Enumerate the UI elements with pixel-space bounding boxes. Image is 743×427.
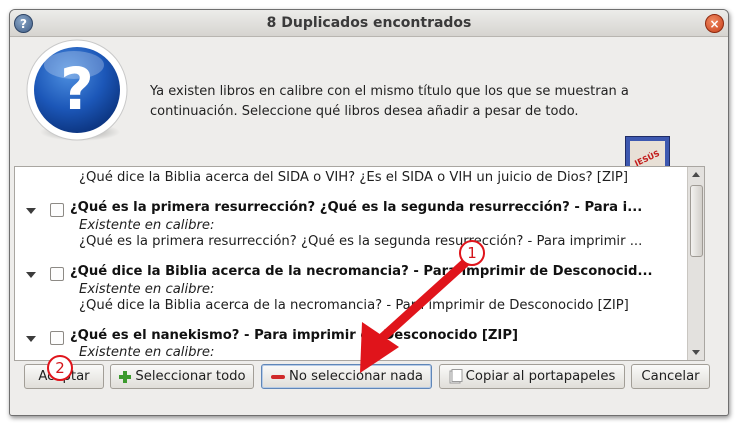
- duplicates-list[interactable]: ¿Qué dice la Biblia acerca del SIDA o VI…: [14, 166, 705, 361]
- existing-label: Existente en calibre:: [79, 345, 215, 360]
- copy-to-clipboard-button[interactable]: Copiar al portapapeles: [439, 364, 625, 389]
- duplicates-message: Ya existen libros en calibre con el mism…: [150, 84, 629, 119]
- cancel-button[interactable]: Cancelar: [631, 364, 710, 389]
- item-checkbox[interactable]: [50, 267, 64, 281]
- annotation-marker-1: 1: [459, 240, 485, 266]
- existing-entry: ¿Qué dice la Biblia acerca de la necroma…: [79, 298, 629, 313]
- list-item-entry: ¿Qué dice la Biblia acerca del SIDA o VI…: [79, 170, 628, 185]
- expand-arrow-icon[interactable]: [26, 272, 36, 278]
- expand-arrow-icon[interactable]: [26, 208, 36, 214]
- vertical-scrollbar[interactable]: [687, 167, 704, 360]
- item-checkbox[interactable]: [50, 203, 64, 217]
- existing-label: Existente en calibre:: [79, 282, 215, 297]
- item-checkbox[interactable]: [50, 331, 64, 345]
- select-all-button[interactable]: Seleccionar todo: [110, 364, 254, 389]
- select-none-button[interactable]: No seleccionar nada: [261, 364, 432, 389]
- select-none-label: No seleccionar nada: [288, 369, 424, 384]
- plus-icon: [118, 370, 132, 384]
- clipboard-icon: [449, 369, 463, 384]
- title-bar: ? 8 Duplicados encontrados ×: [10, 10, 728, 37]
- cancel-button-label: Cancelar: [641, 369, 700, 384]
- select-all-label: Seleccionar todo: [135, 369, 246, 384]
- svg-text:?: ?: [60, 55, 94, 123]
- close-icon[interactable]: ×: [705, 14, 724, 33]
- expand-arrow-icon[interactable]: [26, 336, 36, 342]
- copy-clipboard-label: Copiar al portapapeles: [465, 369, 616, 384]
- scroll-up-icon[interactable]: [692, 172, 700, 177]
- minus-icon: [270, 372, 286, 382]
- list-item-title[interactable]: ¿Qué es el nanekismo? - Para imprimir de…: [70, 328, 518, 343]
- window-title: 8 Duplicados encontrados: [266, 15, 472, 31]
- annotation-marker-2: 2: [47, 355, 73, 381]
- list-item-title[interactable]: ¿Qué es la primera resurrección? ¿Qué es…: [70, 200, 642, 215]
- scroll-down-icon[interactable]: [692, 350, 700, 355]
- list-item-title[interactable]: ¿Qué dice la Biblia acerca de la necroma…: [70, 264, 653, 279]
- question-icon: ?: [26, 39, 128, 141]
- scroll-thumb[interactable]: [690, 185, 703, 257]
- existing-entry: ¿Qué es la primera resurrección? ¿Qué es…: [79, 234, 643, 249]
- existing-label: Existente en calibre:: [79, 218, 215, 233]
